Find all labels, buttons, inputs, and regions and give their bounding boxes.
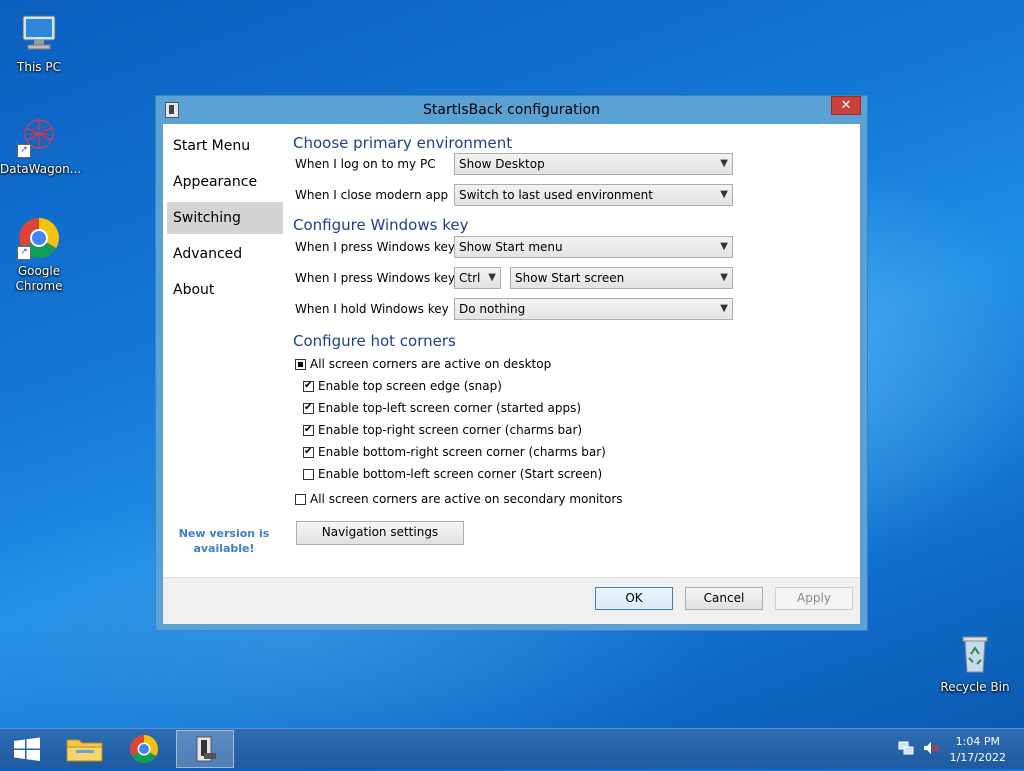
sidebar-item-appearance[interactable]: Appearance [167, 166, 283, 198]
clock-date: 1/17/2022 [949, 751, 1006, 764]
navigation-settings-button[interactable]: Navigation settings [296, 521, 464, 545]
chevron-down-icon: ▼ [720, 241, 728, 252]
taskbar-chrome[interactable] [115, 730, 173, 768]
checkbox-label: Enable top screen edge (snap) [318, 379, 502, 393]
dialog-footer: OK Cancel Apply [163, 577, 860, 624]
shortcut-arrow-icon: ↗ [17, 144, 31, 158]
checkbox-checked[interactable] [303, 423, 314, 437]
sidebar-item-switching[interactable]: Switching [167, 202, 283, 234]
datawagon-icon: ↗ [17, 114, 61, 158]
new-version-link[interactable]: New version is available! [173, 526, 275, 556]
section-title-hot-corners: Configure hot corners [293, 332, 456, 350]
dropdown-value: Do nothing [459, 302, 526, 316]
row-label-hold-win: When I hold Windows key [295, 302, 449, 316]
checkbox-secondary-monitors[interactable]: All screen corners are active on seconda… [295, 492, 623, 508]
startisback-icon [196, 736, 216, 762]
dropdown-value: Show Start menu [459, 240, 563, 254]
sidebar-item-advanced[interactable]: Advanced [167, 238, 283, 270]
desktop-icon-recycle-bin[interactable]: Recycle Bin [936, 632, 1014, 695]
window-title: StartIsBack configuration [423, 102, 600, 118]
desktop-icon-this-pc[interactable]: This PC [0, 12, 78, 75]
desktop-icon-label: Recycle Bin [940, 680, 1010, 694]
row-label-close-modern: When I close modern app [295, 188, 449, 202]
chevron-down-icon: ▼ [488, 272, 496, 283]
hold-win-dropdown[interactable]: Do nothing ▼ [454, 298, 733, 320]
press-win-dropdown[interactable]: Show Start menu ▼ [454, 236, 733, 258]
desktop-icon-chrome[interactable]: ↗ Google Chrome [0, 216, 78, 294]
checkbox-label: All screen corners are active on seconda… [310, 492, 623, 506]
checkbox-top-edge[interactable]: Enable top screen edge (snap) [303, 379, 502, 395]
recycle-bin-icon [953, 632, 997, 676]
modifier-dropdown[interactable]: Ctrl ▼ [454, 267, 501, 289]
folder-icon [66, 739, 103, 762]
desktop-icon-label: Google Chrome [15, 264, 63, 293]
section-title-primary-environment: Choose primary environment [293, 134, 513, 152]
checkbox-checked[interactable] [303, 379, 314, 393]
row-label-press-win: When I press Windows key [295, 240, 456, 254]
network-icon[interactable] [898, 740, 914, 756]
checkbox-label: Enable top-left screen corner (started a… [318, 401, 582, 415]
row-label-press-win-plus: When I press Windows key + [295, 271, 469, 285]
checkbox-bottom-left[interactable]: Enable bottom-left screen corner (Start … [303, 467, 602, 483]
checkbox-unchecked[interactable] [303, 469, 314, 480]
start-button[interactable] [2, 730, 52, 768]
close-modern-dropdown[interactable]: Switch to last used environment ▼ [454, 184, 733, 206]
dropdown-value: Ctrl [459, 271, 481, 285]
close-button[interactable]: ✕ [831, 96, 861, 115]
system-clock[interactable]: 1:04 PM 1/17/2022 [950, 734, 1006, 766]
row-label-logon: When I log on to my PC [295, 157, 436, 171]
desktop-icon-label: This PC [17, 60, 61, 74]
desktop-icon-label: DataWagon... [0, 162, 82, 176]
logon-dropdown[interactable]: Show Desktop ▼ [454, 153, 733, 175]
chevron-down-icon: ▼ [720, 272, 728, 283]
checkbox-label: Enable top-right screen corner (charms b… [318, 423, 583, 437]
checkbox-checked[interactable] [303, 445, 314, 459]
shortcut-arrow-icon: ↗ [17, 246, 31, 260]
sidebar-item-start-menu[interactable]: Start Menu [167, 130, 283, 162]
window-client: Start Menu Appearance Switching Advanced… [163, 124, 860, 624]
windows-logo-icon [14, 737, 40, 761]
chevron-down-icon: ▼ [720, 158, 728, 169]
chevron-down-icon: ▼ [720, 303, 728, 314]
checkbox-all-corners-desktop[interactable]: All screen corners are active on desktop [295, 357, 551, 373]
taskbar-startisback[interactable] [176, 730, 234, 768]
press-win-plus-dropdown[interactable]: Show Start screen ▼ [510, 267, 733, 289]
checkbox-unchecked[interactable] [295, 494, 306, 505]
desktop-icon-datawagon[interactable]: ↗ DataWagon... [0, 114, 82, 177]
startisback-window: StartIsBack configuration ✕ Start Menu A… [155, 95, 868, 631]
checkbox-indeterminate[interactable] [295, 359, 306, 370]
chrome-icon: ↗ [17, 216, 61, 260]
dropdown-value: Switch to last used environment [459, 188, 653, 202]
taskbar: 1:04 PM 1/17/2022 [0, 728, 1024, 769]
clock-time: 1:04 PM [955, 735, 1000, 748]
sidebar-nav: Start Menu Appearance Switching Advanced… [167, 130, 283, 310]
checkbox-label: All screen corners are active on desktop [310, 357, 552, 371]
chrome-icon [130, 735, 158, 763]
apply-button[interactable]: Apply [775, 587, 853, 610]
sidebar-item-about[interactable]: About [167, 274, 283, 306]
ok-button[interactable]: OK [595, 587, 673, 610]
checkbox-top-right[interactable]: Enable top-right screen corner (charms b… [303, 423, 582, 439]
chevron-down-icon: ▼ [720, 189, 728, 200]
cancel-button[interactable]: Cancel [685, 587, 763, 610]
dropdown-value: Show Desktop [459, 157, 545, 171]
checkbox-top-left[interactable]: Enable top-left screen corner (started a… [303, 401, 581, 417]
computer-icon [17, 12, 61, 56]
taskbar-file-explorer[interactable] [56, 730, 114, 768]
checkbox-checked[interactable] [303, 401, 314, 415]
checkbox-bottom-right[interactable]: Enable bottom-right screen corner (charm… [303, 445, 606, 461]
title-bar[interactable]: StartIsBack configuration ✕ [156, 96, 867, 123]
checkbox-label: Enable bottom-left screen corner (Start … [318, 467, 603, 481]
section-title-windows-key: Configure Windows key [293, 216, 469, 234]
dropdown-value: Show Start screen [515, 271, 625, 285]
volume-muted-icon[interactable] [922, 740, 940, 756]
checkbox-label: Enable bottom-right screen corner (charm… [318, 445, 606, 459]
